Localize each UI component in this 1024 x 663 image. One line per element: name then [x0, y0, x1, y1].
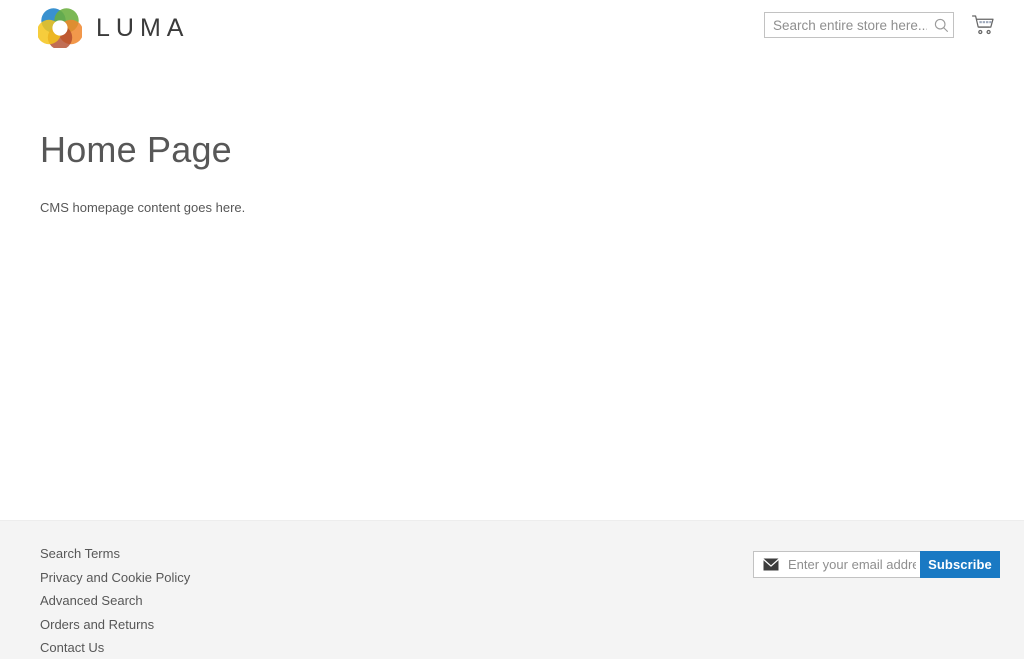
- footer-link-list: Search Terms Privacy and Cookie Policy A…: [40, 545, 190, 663]
- luma-flower-logo-icon: [38, 6, 82, 48]
- newsletter-signup: Subscribe: [753, 551, 1000, 578]
- search-input[interactable]: [765, 13, 933, 37]
- newsletter-input-wrapper[interactable]: [753, 551, 920, 578]
- list-item: Privacy and Cookie Policy: [40, 569, 190, 585]
- site-logo-wordmark: LUMA: [96, 13, 190, 42]
- page-root: LUMA Search entire store here... Home Pa…: [0, 0, 1024, 659]
- main-content: Home Page CMS homepage content goes here…: [0, 52, 1024, 520]
- list-item: Contact Us: [40, 639, 190, 655]
- list-item: Orders and Returns: [40, 616, 190, 632]
- header-actions: [764, 12, 996, 38]
- cms-content-text: CMS homepage content goes here.: [40, 200, 246, 215]
- footer-link-privacy-policy[interactable]: Privacy and Cookie Policy: [40, 570, 190, 585]
- newsletter-email-input[interactable]: [779, 553, 920, 576]
- search-icon[interactable]: [931, 15, 951, 35]
- footer-link-orders-and-returns[interactable]: Orders and Returns: [40, 617, 154, 632]
- site-logo-link[interactable]: LUMA: [38, 6, 189, 48]
- site-header: LUMA: [0, 0, 1024, 52]
- footer-link-advanced-search[interactable]: Advanced Search: [40, 593, 143, 608]
- search-box[interactable]: [764, 12, 954, 38]
- footer-link-contact-us[interactable]: Contact Us: [40, 640, 104, 655]
- list-item: Search Terms: [40, 545, 190, 561]
- footer-link-search-terms[interactable]: Search Terms: [40, 546, 120, 561]
- envelope-icon: [763, 558, 779, 571]
- list-item: Advanced Search: [40, 592, 190, 608]
- site-footer: Search Terms Privacy and Cookie Policy A…: [0, 520, 1024, 659]
- shopping-cart-icon[interactable]: [970, 12, 996, 38]
- page-title: Home Page: [40, 129, 232, 170]
- subscribe-button[interactable]: Subscribe: [920, 551, 1000, 578]
